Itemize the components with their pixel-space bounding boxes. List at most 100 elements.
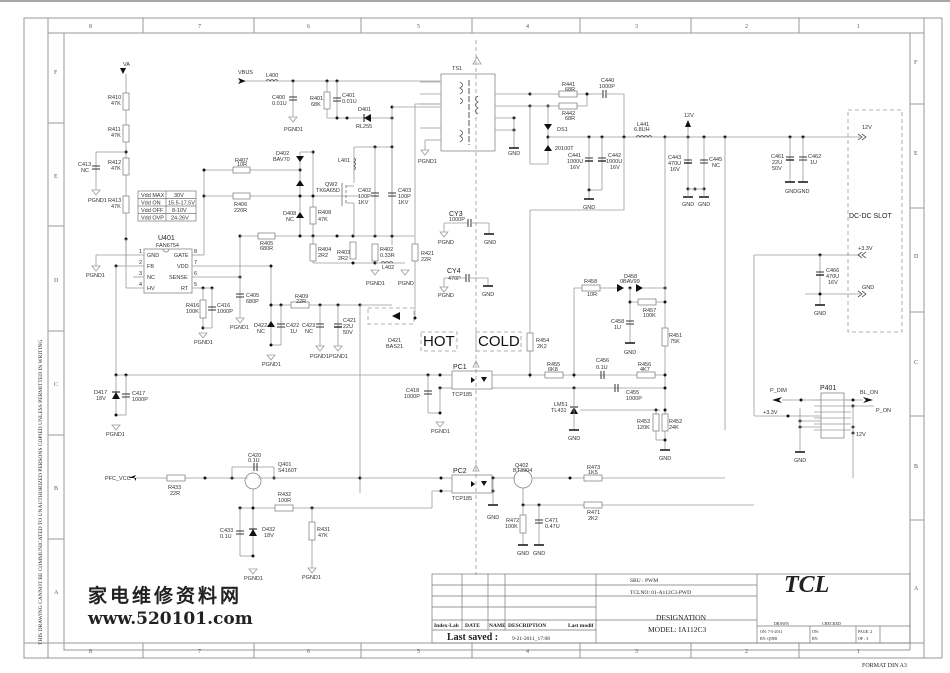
ground-icon [333,345,343,352]
zener-d432[interactable] [249,529,257,536]
resistor-r404[interactable] [309,243,317,262]
resistor-r452[interactable] [661,413,669,432]
resistor-r406[interactable] [232,192,251,200]
vdd-param: Vdd OVP [141,216,164,222]
row-label: A [914,586,919,592]
resistor-r412[interactable] [122,157,130,176]
net-label-3v3-p401: +3.3V [763,410,778,416]
val-d422: NC [257,329,265,335]
title-block: Index-Lab DATE NAME DESCRIPTION Last mod… [431,572,911,644]
resistor-r431[interactable] [308,521,316,541]
ground-icon [91,189,101,196]
resistor-r471[interactable] [583,501,603,509]
row-label: D [914,254,919,260]
resistor-r411[interactable] [122,124,130,143]
gnd-label: PGND1 [194,340,213,346]
resistor-r451[interactable] [661,327,669,347]
vdd-spec-table: Vdd MAX 30V Vdd ON 15.5-17.5V Vdd OFF 8-… [137,190,197,222]
col-label: 4 [526,649,529,655]
ground-icon [248,568,258,575]
net-label-12v-p401: 12V [856,432,866,438]
pin-num: 7 [194,260,197,266]
val-c405: 680P [246,299,259,305]
ground-icon [370,269,380,276]
diode-d421[interactable] [367,307,415,325]
val-cy3: 1000P [449,217,465,223]
column-ruler-top: 8 7 6 5 4 3 2 1 [48,18,924,34]
gnd-label: GND [487,515,499,521]
diode-d402a[interactable] [296,156,304,162]
diode-ds1b[interactable] [544,145,552,151]
brand-logo: TCL [784,572,829,598]
pin-num: 4 [139,282,142,288]
resistor-r403[interactable] [349,241,357,260]
diode-d458a[interactable] [617,284,624,292]
net-label-12v: 12V [684,113,694,119]
resistor-r442[interactable] [558,102,578,110]
transformer-ts1[interactable]: TS1 GND PGND1 [418,56,530,165]
resistor-r454[interactable] [526,332,534,352]
col-label: 2 [745,24,748,30]
ground-icon [307,567,317,574]
optocoupler-pc2[interactable]: PC2 TCP185 GND Q402 BT3904 R473 1K5 R471… [360,463,754,557]
col-label: 6 [307,649,310,655]
net-label-gnd-out: GND [862,285,874,291]
val-d458: 0BAV99 [620,279,640,285]
vdd-value: 30V [174,193,184,199]
optocoupler-pc1[interactable]: PC1 TCP185 C418 1000P PGND1 [114,360,496,493]
cold-zone-label: COLD [478,333,520,350]
resistor-r472[interactable] [519,514,527,534]
val-c471: 0.47U [545,524,560,530]
diode-ds1a[interactable] [544,124,552,130]
gnd-label: PGND1 [244,576,263,582]
val-d402: BAV70 [273,157,290,163]
val-r472: 100K [505,524,518,530]
format-label: FORMAT DIN A3 [862,663,907,669]
diode-d458b[interactable] [636,284,643,292]
drain-caps: C402 100P 1KV C403 100P 1KV [358,147,411,236]
resistor-r453[interactable] [652,413,660,432]
resistor-r421[interactable] [411,243,419,262]
bl-on-arrow-icon [863,397,873,403]
val-pc1: TCP185 [452,392,472,398]
val-q401: S4160T [278,468,298,474]
gnd-label: GND [484,240,496,246]
resistor-r413[interactable] [122,195,130,214]
resistor-r401[interactable] [323,91,331,110]
col-label: 7 [198,649,201,655]
output-12v: 12V C443 470U 16V C445 NC GND GND C461 2… [665,113,872,430]
resistor-r432[interactable] [274,504,294,512]
gate-drive: D402 BAV70 R407 10R R406 220R D408 NC R4… [202,150,414,238]
resistor-r402[interactable] [371,243,379,262]
connector-p401[interactable]: P401 P_DIM BL_ON P_ON +3.3V GND 12V [725,385,891,478]
diode-d402b[interactable] [296,180,304,186]
val-r457: 100K [643,313,656,319]
zener-d417[interactable] [112,392,120,399]
row-ruler-right: F E D C B A [910,60,924,592]
resistor-r405[interactable] [257,232,276,240]
pin-name: VDD [177,264,189,270]
resistor-r433[interactable] [166,474,186,482]
sense-network: R405 680R C405 680P PGND1 [230,232,298,331]
val-r431: 47K [318,533,328,539]
diode-d422[interactable] [267,321,275,327]
ref-ds1: DS1 [557,127,568,133]
val-c456: 0.1U [596,365,608,371]
resistor-r416[interactable] [199,299,207,319]
tb-header: DESCRIPTION [508,623,546,629]
ground-icon [91,265,101,272]
col-label: 1 [857,649,860,655]
resistor-r457[interactable] [637,298,657,306]
pin-name: RT [181,286,189,292]
tb-header: Index-Lab [434,623,459,629]
diode-d408[interactable] [296,212,304,218]
resistor-r458[interactable] [581,284,601,292]
col-label: 1 [857,24,860,30]
resistor-r408[interactable] [309,206,317,225]
p-dim-arrow-icon [772,397,782,403]
volt-c466: 16V [828,280,838,286]
diode-d401[interactable] [364,114,371,122]
sbu-field: SBU : PWM [630,578,658,584]
resistor-r410[interactable] [122,92,130,111]
transistor-q401[interactable] [244,472,262,490]
